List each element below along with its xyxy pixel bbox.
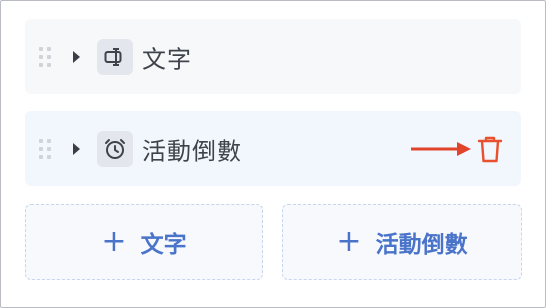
trash-icon[interactable] <box>475 134 505 164</box>
text-field-icon <box>97 38 133 75</box>
block-item-label: 活動倒數 <box>142 137 242 165</box>
plus-icon: + <box>336 224 362 259</box>
drag-handle-icon[interactable] <box>39 138 51 159</box>
block-item-text[interactable]: 文字 <box>25 19 521 94</box>
add-countdown-block-button[interactable]: + 活動倒數 <box>282 204 522 280</box>
block-item-countdown[interactable]: 活動倒數 <box>25 111 521 186</box>
block-item-label: 文字 <box>142 45 192 73</box>
alarm-clock-icon <box>97 130 133 167</box>
add-button-label: 活動倒數 <box>375 232 468 258</box>
expand-caret-icon[interactable] <box>73 50 80 63</box>
expand-caret-icon[interactable] <box>73 142 80 155</box>
plus-icon: + <box>101 224 127 259</box>
block-list-panel: 文字 活動倒數 + 文字 + 活動倒數 <box>0 0 546 308</box>
drag-handle-icon[interactable] <box>39 46 51 67</box>
add-text-block-button[interactable]: + 文字 <box>25 204 263 280</box>
annotation-arrow-icon <box>411 142 471 156</box>
add-button-label: 文字 <box>140 232 187 258</box>
